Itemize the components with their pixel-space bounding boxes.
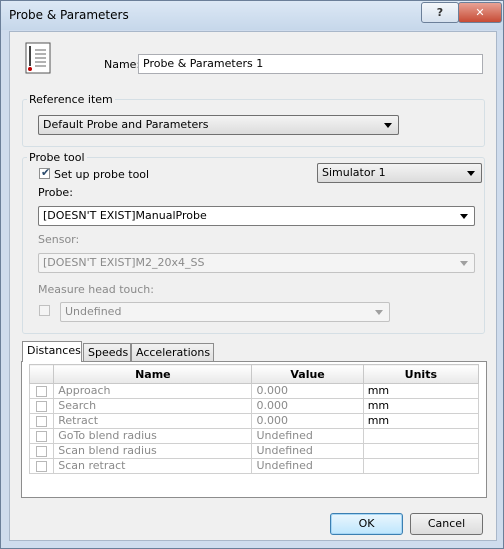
probe-label: Probe: [38,186,73,199]
table-row[interactable]: Search 0.000 mm [28,398,480,414]
dialog-window: Probe & Parameters ? ✕ Name: Probe & Par… [0,0,504,549]
tab-speeds[interactable]: Speeds [83,343,131,362]
column-header-value[interactable]: Value [251,364,364,384]
sensor-label: Sensor: [38,233,80,246]
measure-head-touch-label: Measure head touch: [38,283,154,296]
row-name: Scan retract [53,458,253,474]
row-name: Retract [53,413,253,429]
row-name: Approach [53,383,253,399]
ok-button[interactable]: OK [330,513,403,535]
sensor-dropdown: [DOESN'T EXIST]M2_20x4_SS [38,253,475,273]
title-bar[interactable]: Probe & Parameters ? ✕ [1,1,503,30]
row-checkbox[interactable] [36,430,48,442]
table-header-row: Name Value Units [28,364,480,384]
reference-item-value: Default Probe and Parameters [43,118,209,131]
name-label: Name: [104,58,141,71]
column-header-units[interactable]: Units [362,364,480,384]
row-units: mm [362,383,480,399]
chevron-down-icon [384,123,392,128]
sensor-value: [DOESN'T EXIST]M2_20x4_SS [43,256,205,269]
row-checkbox[interactable] [36,460,48,472]
row-checkbox-cell[interactable] [28,428,55,444]
distances-panel: Name Value Units Approach 0.000 mm Searc [21,361,487,498]
tab-accelerations[interactable]: Accelerations [131,343,214,362]
probe-tool-title: Probe tool [27,151,87,164]
table-row[interactable]: Approach 0.000 mm [28,383,480,399]
distances-table: Name Value Units Approach 0.000 mm Searc [28,364,480,474]
row-checkbox-cell[interactable] [28,458,55,474]
close-button[interactable]: ✕ [458,2,502,23]
probe-value: [DOESN'T EXIST]ManualProbe [43,209,207,222]
row-checkbox[interactable] [36,385,48,397]
row-units [362,458,480,474]
row-value[interactable]: Undefined [251,443,364,459]
row-checkbox[interactable] [36,445,48,457]
help-button[interactable]: ? [421,2,459,23]
row-name: Search [53,398,253,414]
row-checkbox-cell[interactable] [28,413,55,429]
simulator-value: Simulator 1 [322,166,386,179]
row-units: mm [362,398,480,414]
tab-distances[interactable]: Distances [22,341,82,362]
table-row[interactable]: Retract 0.000 mm [28,413,480,429]
row-value[interactable]: 0.000 [251,383,364,399]
reference-item-title: Reference item [27,93,115,106]
chevron-down-icon [460,214,468,219]
head-touch-dropdown: Undefined [60,302,390,322]
row-checkbox[interactable] [36,415,48,427]
row-name: GoTo blend radius [53,428,253,444]
window-title: Probe & Parameters [9,8,129,22]
probe-parameters-icon [25,42,51,74]
column-header-name[interactable]: Name [53,364,253,384]
row-value[interactable]: 0.000 [251,398,364,414]
row-units: mm [362,413,480,429]
row-name: Scan blend radius [53,443,253,459]
row-value[interactable]: Undefined [251,428,364,444]
row-checkbox-cell[interactable] [28,383,55,399]
table-row[interactable]: Scan blend radius Undefined [28,443,480,459]
dialog-body: Name: Probe & Parameters 1 Reference ite… [9,31,497,541]
reference-item-dropdown[interactable]: Default Probe and Parameters [38,115,399,135]
chevron-down-icon [460,261,468,266]
cancel-button[interactable]: Cancel [410,513,483,535]
column-header-check [28,364,55,384]
probe-dropdown[interactable]: [DOESN'T EXIST]ManualProbe [38,206,475,226]
setup-probe-tool-label: Set up probe tool [54,168,150,181]
check-icon: ✔ [41,166,51,179]
table-row[interactable]: Scan retract Undefined [28,458,480,474]
row-checkbox[interactable] [36,400,48,412]
row-checkbox-cell[interactable] [28,398,55,414]
measure-head-touch-checkbox [39,305,50,316]
head-touch-value: Undefined [65,305,122,318]
simulator-dropdown[interactable]: Simulator 1 [317,163,482,183]
row-units [362,428,480,444]
row-value[interactable]: 0.000 [251,413,364,429]
name-field[interactable]: Probe & Parameters 1 [138,54,483,74]
table-row[interactable]: GoTo blend radius Undefined [28,428,480,444]
row-checkbox-cell[interactable] [28,443,55,459]
row-units [362,443,480,459]
chevron-down-icon [375,310,383,315]
setup-probe-tool-checkbox[interactable]: ✔ [39,166,51,179]
chevron-down-icon [467,171,475,176]
row-value[interactable]: Undefined [251,458,364,474]
